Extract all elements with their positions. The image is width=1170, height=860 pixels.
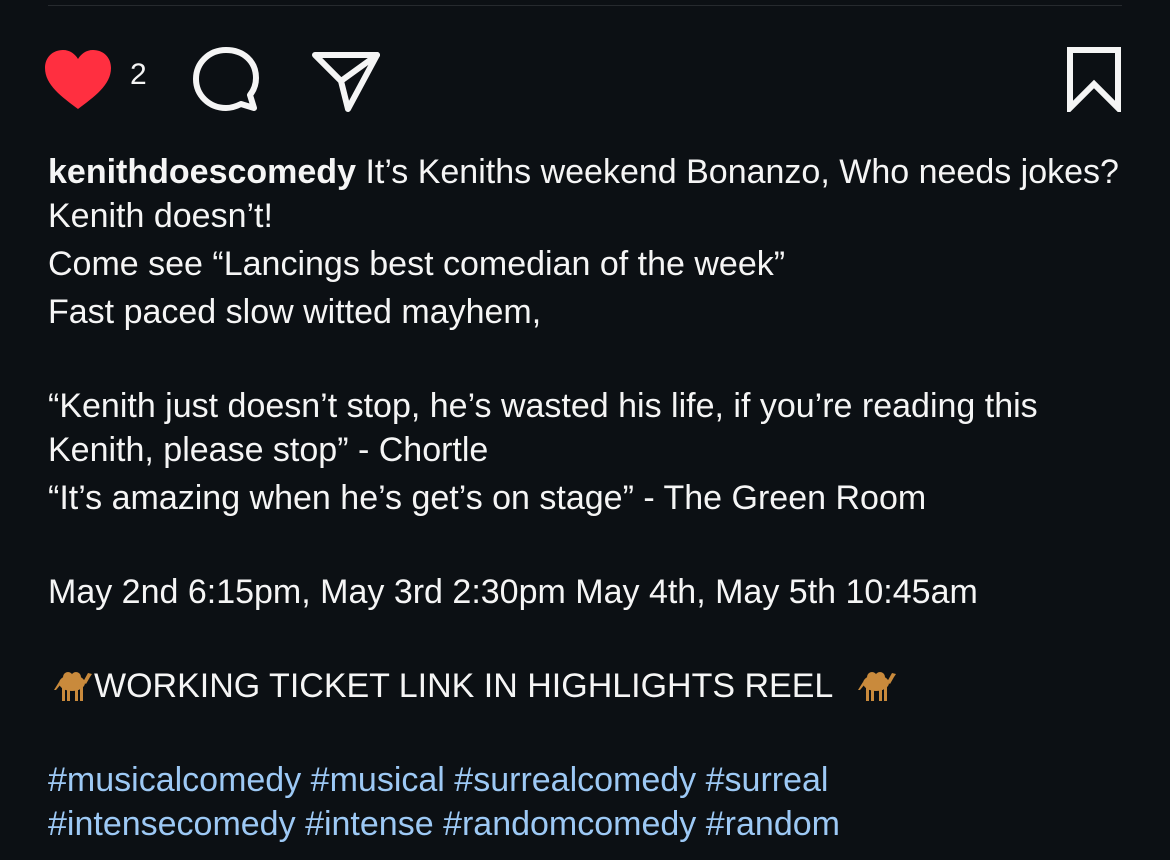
camel-emoji-icon xyxy=(857,672,896,701)
hashtag-link[interactable]: #musicalcomedy xyxy=(48,761,301,799)
caption-ticket-text: WORKING TICKET LINK IN HIGHLIGHTS REEL xyxy=(94,667,833,705)
likes-count[interactable]: 2 xyxy=(130,58,147,92)
caption-first-paragraph: kenithdoescomedy It’s Keniths weekend Bo… xyxy=(48,150,1123,238)
camel-emoji-icon xyxy=(54,672,92,701)
comment-button[interactable] xyxy=(190,44,262,116)
post-actions-bar: 2 xyxy=(42,44,1122,116)
like-button[interactable] xyxy=(42,48,114,112)
hashtag-link[interactable]: #random xyxy=(706,805,840,843)
hashtag-link[interactable]: #randomcomedy xyxy=(443,805,696,843)
caption-quote-2: “It’s amazing when he’s get’s on stage” … xyxy=(48,479,927,517)
bookmark-icon xyxy=(1067,47,1121,116)
caption-ticket-line: WORKING TICKET LINK IN HIGHLIGHTS REEL xyxy=(48,664,1123,708)
hashtag-link[interactable]: #intense xyxy=(305,805,434,843)
post-caption: kenithdoescomedy It’s Keniths weekend Bo… xyxy=(48,150,1123,846)
top-divider xyxy=(48,5,1122,6)
save-button[interactable] xyxy=(1066,46,1122,116)
share-button[interactable] xyxy=(310,46,382,114)
hashtag-link[interactable]: #musical xyxy=(311,761,445,799)
caption-dates: May 2nd 6:15pm, May 3rd 2:30pm May 4th, … xyxy=(48,573,978,611)
hashtags-row-1: #musicalcomedy #musical #surrealcomedy #… xyxy=(48,758,1123,802)
heart-icon xyxy=(45,50,111,109)
hashtags-row-2: #intensecomedy #intense #randomcomedy #r… xyxy=(48,802,1123,846)
caption-line-2: Come see “Lancings best comedian of the … xyxy=(48,245,786,283)
hashtag-link[interactable]: #surrealcomedy xyxy=(454,761,696,799)
caption-line-3: Fast paced slow witted mayhem, xyxy=(48,293,542,331)
hashtag-link[interactable]: #intensecomedy xyxy=(48,805,296,843)
hashtag-link[interactable]: #surreal xyxy=(706,761,829,799)
caption-username[interactable]: kenithdoescomedy xyxy=(48,153,356,191)
caption-quote-1: “Kenith just doesn’t stop, he’s wasted h… xyxy=(48,387,1038,469)
comment-icon xyxy=(193,47,259,111)
share-icon xyxy=(312,52,380,112)
